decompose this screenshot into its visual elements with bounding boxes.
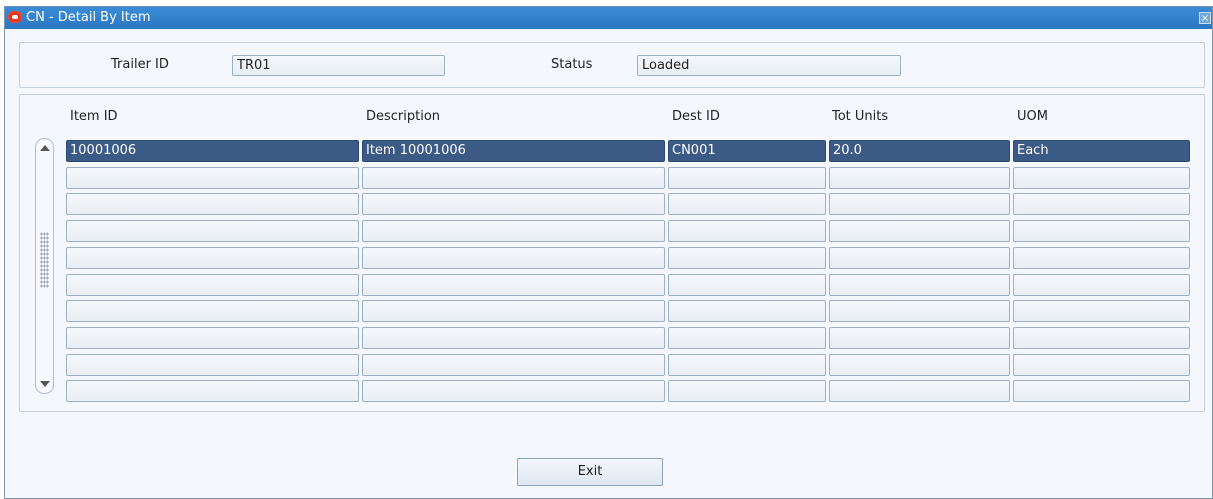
grid-cell-item-id[interactable]: [66, 327, 359, 349]
grid-cell-tot-units[interactable]: [829, 274, 1010, 296]
grid-cell-uom[interactable]: [1013, 300, 1190, 322]
exit-button[interactable]: Exit: [517, 458, 663, 486]
trailer-id-label: Trailer ID: [111, 57, 169, 72]
grid-cell-item-id[interactable]: [66, 274, 359, 296]
title-bar[interactable]: CN - Detail By Item ×: [5, 7, 1212, 29]
grid-cell-uom[interactable]: [1013, 220, 1190, 242]
status-label: Status: [551, 57, 593, 72]
grid-cell-tot-units[interactable]: [829, 380, 1010, 402]
grid-cell-description[interactable]: [362, 274, 665, 296]
column-header-description: Description: [366, 109, 441, 124]
grid-cell-description[interactable]: [362, 354, 665, 376]
grid-cell-item-id[interactable]: [66, 167, 359, 189]
column-header-item-id: Item ID: [70, 109, 118, 124]
grid-cell-dest-id[interactable]: [668, 247, 826, 269]
close-icon[interactable]: ×: [1199, 12, 1211, 24]
grid-cell-dest-id[interactable]: [668, 327, 826, 349]
grid-cell-uom[interactable]: [1013, 193, 1190, 215]
grid-cell-dest-id[interactable]: [668, 220, 826, 242]
grid-cell-dest-id[interactable]: CN001: [668, 140, 826, 162]
grid-cell-tot-units[interactable]: [829, 193, 1010, 215]
grid-cell-uom[interactable]: [1013, 380, 1190, 402]
item-grid-panel: Item ID Description Dest ID Tot Units UO…: [19, 94, 1205, 412]
grid-cell-dest-id[interactable]: [668, 354, 826, 376]
grid-cell-tot-units[interactable]: [829, 354, 1010, 376]
grid-cell-uom[interactable]: [1013, 354, 1190, 376]
header-panel: Trailer ID TR01 Status Loaded: [19, 42, 1205, 88]
grid-cell-uom[interactable]: Each: [1013, 140, 1190, 162]
grid-cell-uom[interactable]: [1013, 247, 1190, 269]
grid-cell-dest-id[interactable]: [668, 167, 826, 189]
grid-cell-tot-units[interactable]: [829, 220, 1010, 242]
vertical-scrollbar[interactable]: [35, 138, 54, 394]
grid-cell-description[interactable]: [362, 300, 665, 322]
grid-cell-description[interactable]: [362, 327, 665, 349]
grid-cell-item-id[interactable]: [66, 193, 359, 215]
grid-cell-description[interactable]: [362, 167, 665, 189]
grid-cell-tot-units[interactable]: [829, 247, 1010, 269]
scroll-grip[interactable]: [40, 232, 49, 288]
grid-cell-dest-id[interactable]: [668, 193, 826, 215]
column-header-uom: UOM: [1017, 109, 1048, 124]
status-field[interactable]: Loaded: [637, 55, 901, 76]
grid-cell-item-id[interactable]: [66, 354, 359, 376]
grid-cell-dest-id[interactable]: [668, 380, 826, 402]
grid-cell-uom[interactable]: [1013, 274, 1190, 296]
grid-cell-tot-units[interactable]: [829, 300, 1010, 322]
column-header-dest-id: Dest ID: [672, 109, 720, 124]
grid-cell-item-id[interactable]: [66, 380, 359, 402]
scroll-up-arrow-icon[interactable]: [40, 145, 50, 151]
grid-cell-dest-id[interactable]: [668, 300, 826, 322]
grid-cell-tot-units[interactable]: 20.0: [829, 140, 1010, 162]
grid-cell-item-id[interactable]: [66, 247, 359, 269]
grid-cell-item-id[interactable]: [66, 220, 359, 242]
grid-cell-uom[interactable]: [1013, 167, 1190, 189]
detail-by-item-window: CN - Detail By Item × Trailer ID TR01 St…: [4, 6, 1213, 499]
grid-cell-tot-units[interactable]: [829, 327, 1010, 349]
scroll-down-arrow-icon[interactable]: [40, 381, 50, 387]
grid-cell-description[interactable]: [362, 220, 665, 242]
grid-cell-description[interactable]: [362, 247, 665, 269]
grid-cell-description[interactable]: Item 10001006: [362, 140, 665, 162]
grid-cell-dest-id[interactable]: [668, 274, 826, 296]
grid-cell-description[interactable]: [362, 380, 665, 402]
trailer-id-field[interactable]: TR01: [232, 55, 445, 76]
grid-cell-item-id[interactable]: [66, 300, 359, 322]
grid-cell-item-id[interactable]: 10001006: [66, 140, 359, 162]
grid-cell-uom[interactable]: [1013, 327, 1190, 349]
grid-cell-description[interactable]: [362, 193, 665, 215]
column-header-tot-units: Tot Units: [832, 109, 889, 124]
window-title: CN - Detail By Item: [26, 10, 151, 25]
oracle-logo-icon: [8, 11, 22, 23]
grid-cell-tot-units[interactable]: [829, 167, 1010, 189]
